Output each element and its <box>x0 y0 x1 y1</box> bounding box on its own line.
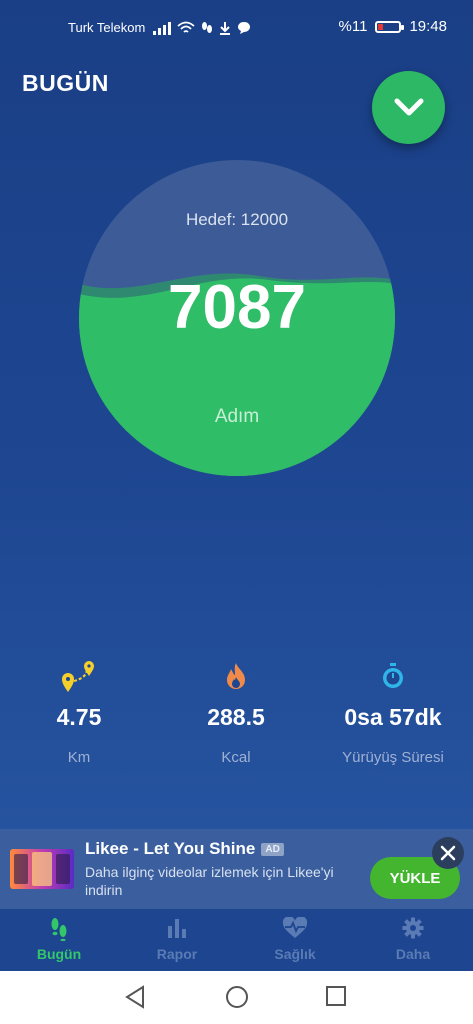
system-nav-bar <box>0 971 473 1024</box>
tab-label: Bugün <box>36 946 82 962</box>
tab-today[interactable]: Bugün <box>0 917 118 962</box>
map-pin-route-icon <box>62 661 94 692</box>
goal-label: Hedef: 12000 <box>185 210 289 229</box>
clock: 19:48 <box>409 18 447 35</box>
duration-value: 0sa 57dk <box>344 704 442 730</box>
distance-value: 4.75 <box>56 704 102 730</box>
ad-title: Likee - Let You Shine <box>85 839 256 858</box>
home-icon[interactable] <box>225 985 249 1009</box>
download-icon <box>220 21 231 35</box>
recents-icon[interactable] <box>325 985 347 1007</box>
ad-close-button[interactable] <box>432 837 464 869</box>
duration-label: Yürüyüş Süresi <box>342 749 444 766</box>
page-title: BUGÜN <box>22 70 109 96</box>
bar-chart-icon <box>168 919 186 938</box>
ad-tag: AD <box>261 843 284 856</box>
distance-stat: 4.75 Km <box>4 658 154 766</box>
battery-icon <box>375 20 405 33</box>
tab-label: Daha <box>395 946 431 962</box>
close-icon <box>440 845 456 861</box>
tab-health[interactable]: Sağlık <box>236 917 354 962</box>
step-count: 7087 <box>168 273 306 342</box>
step-progress-circle: Hedef: 12000 7087 Adım <box>79 160 395 476</box>
stopwatch-icon <box>383 663 403 688</box>
ad-thumbnail[interactable] <box>10 849 74 889</box>
calories-value: 288.5 <box>207 704 265 730</box>
wifi-icon <box>177 21 195 33</box>
expand-button[interactable] <box>372 71 445 144</box>
signal-icon <box>153 21 172 35</box>
footsteps-notification-icon <box>202 21 213 33</box>
battery-percent: %11 <box>338 18 368 35</box>
calories-label: Kcal <box>221 749 251 766</box>
message-icon <box>238 21 251 34</box>
status-bar: Turk Telekom %11 19:48 <box>0 0 473 56</box>
ad-banner[interactable]: Likee - Let You Shine AD Daha ilginç vide… <box>0 829 473 909</box>
back-icon[interactable] <box>124 985 146 1009</box>
bottom-tab-bar: Bugün Rapor Sağlık Daha <box>0 909 473 971</box>
carrier-name: Turk Telekom <box>68 20 146 35</box>
footsteps-icon <box>51 918 67 941</box>
tab-label: Sağlık <box>274 946 316 962</box>
duration-stat: 0sa 57dk Yürüyüş Süresi <box>318 658 468 766</box>
gear-icon <box>402 917 424 939</box>
tab-report[interactable]: Rapor <box>118 917 236 962</box>
ad-description: Daha ilginç videolar izlemek için Likee'… <box>85 864 334 898</box>
calories-stat: 288.5 Kcal <box>161 658 311 766</box>
step-unit-label: Adım <box>214 406 260 427</box>
heart-pulse-icon <box>282 917 308 938</box>
chevron-down-icon <box>394 98 423 115</box>
distance-label: Km <box>67 749 91 766</box>
tab-more[interactable]: Daha <box>354 917 472 962</box>
stats-row: 4.75 Km 288.5 Kcal 0sa 57dk Yürüyüş Süre… <box>0 658 473 778</box>
tab-label: Rapor <box>156 946 198 962</box>
flame-icon <box>227 663 245 689</box>
